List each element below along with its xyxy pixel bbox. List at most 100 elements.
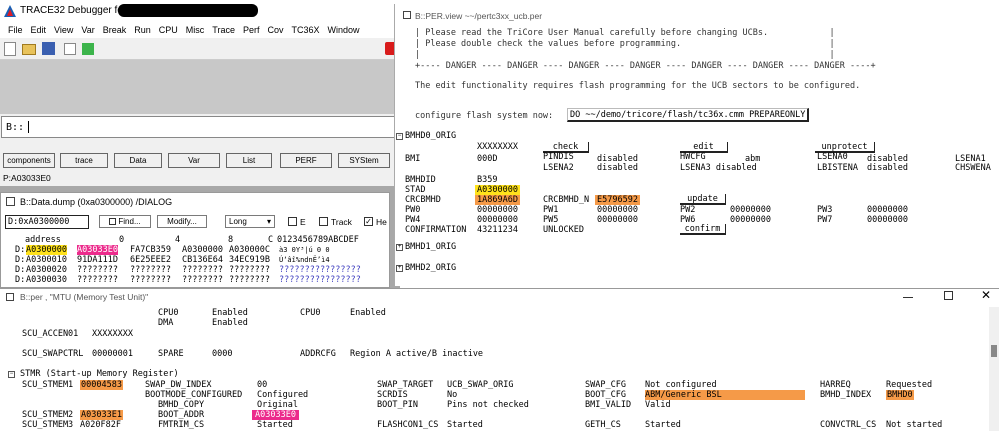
softkey-perf[interactable]: PERF	[280, 153, 332, 168]
unlocked-value[interactable]: UNLOCKED	[543, 225, 584, 235]
convctrl-value[interactable]: Not started	[886, 420, 942, 430]
dump-find-button[interactable]: Find...	[99, 215, 151, 228]
confirm-button[interactable]: confirm	[680, 224, 726, 235]
softkey-var[interactable]: Var	[168, 153, 220, 168]
bmi-value[interactable]: 000D	[477, 154, 497, 164]
cpu0b-value[interactable]: Enabled	[350, 308, 386, 318]
dump-he-checkbox[interactable]: ✓	[364, 217, 373, 226]
bmi-valid-value[interactable]: Valid	[645, 400, 671, 410]
bmhd-copy-value[interactable]: Original	[257, 400, 298, 410]
confirmation-value[interactable]: 43211234	[477, 225, 518, 235]
spare-value[interactable]: 0000	[212, 349, 232, 359]
pw6-value[interactable]: 00000000	[730, 215, 771, 225]
section-bmhd0-header[interactable]: − BMHD0_ORIG	[395, 131, 999, 142]
dump-track-checkbox[interactable]	[319, 217, 328, 226]
accen-value[interactable]: XXXXXXXX	[92, 329, 133, 339]
lsena2-value[interactable]: disabled	[597, 163, 638, 173]
row-value-c[interactable]: ????????	[229, 265, 270, 275]
row-value-0[interactable]: 91DA111D	[77, 255, 118, 265]
table-row[interactable]: D: A0300020 ???????? ???????? ???????? ?…	[1, 265, 389, 275]
mtu-scrollbar[interactable]	[989, 307, 999, 431]
menu-var[interactable]: Var	[77, 22, 98, 38]
softkey-system[interactable]: SYStem	[338, 153, 390, 168]
flashcon-value[interactable]: Started	[447, 420, 483, 430]
toolbar-open-icon[interactable]	[22, 44, 36, 55]
dump-modify-button[interactable]: Modify...	[157, 215, 207, 228]
swapctrl-value[interactable]: 00000001	[92, 349, 133, 359]
softkey-trace[interactable]: trace	[60, 153, 108, 168]
table-row[interactable]: D: A0300000 A03033E0 FA7CB359 A0300000 A…	[1, 245, 389, 255]
maximize-icon[interactable]	[944, 291, 953, 300]
row-value-0[interactable]: A03033E0	[77, 245, 118, 255]
bmhdid-value[interactable]: B359	[477, 175, 497, 185]
row-value-4[interactable]: 6E25EEE2	[130, 255, 171, 265]
menu-tc36x[interactable]: TC36X	[287, 22, 323, 38]
table-row[interactable]: D: A0300010 91DA111D 6E25EEE2 CB136E64 3…	[1, 255, 389, 265]
pw7-value[interactable]: 00000000	[867, 215, 908, 225]
harreq-value[interactable]: Requested	[886, 380, 932, 390]
dump-address-input[interactable]: D:0xA0300000	[5, 215, 89, 229]
menu-cpu[interactable]: CPU	[155, 22, 182, 38]
pw1-value[interactable]: 00000000	[597, 205, 638, 215]
swap-cfg-value[interactable]: Not configured	[645, 380, 717, 390]
geth-value[interactable]: Started	[645, 420, 681, 430]
boot-cfg-value[interactable]: ABM/Generic BSL	[645, 390, 805, 400]
row-value-c[interactable]: 34EC919B	[229, 255, 270, 265]
toolbar-go-icon[interactable]	[82, 43, 94, 55]
lsena3-label[interactable]: LSENA3 disabled	[680, 163, 757, 173]
scrdis-value[interactable]: No	[447, 390, 457, 400]
crcbmhd-value[interactable]: 1A869A6D	[475, 195, 520, 205]
bootmode-value[interactable]: Configured	[257, 390, 308, 400]
row-value-c[interactable]: ????????	[229, 275, 270, 285]
row-value-c[interactable]: A030000C	[229, 245, 270, 255]
crcbmhd-n-value[interactable]: E5796592	[595, 195, 640, 205]
menu-view[interactable]: View	[50, 22, 77, 38]
command-line[interactable]: B::	[1, 116, 396, 138]
menu-break[interactable]: Break	[99, 22, 131, 38]
dump-width-select[interactable]: Long ▾	[225, 215, 275, 228]
menu-edit[interactable]: Edit	[27, 22, 51, 38]
toolbar-new-icon[interactable]	[4, 42, 16, 56]
config-command-button[interactable]: DO ~~/demo/tricore/flash/tc36x.cmm PREPA…	[567, 108, 810, 122]
section-bmhd1-header[interactable]: + BMHD1_ORIG	[395, 242, 999, 253]
stmem2-value[interactable]: A03033E1	[80, 410, 123, 420]
stmem1-value[interactable]: 00004583	[80, 380, 123, 390]
menu-cov[interactable]: Cov	[263, 22, 287, 38]
menu-run[interactable]: Run	[130, 22, 155, 38]
menu-file[interactable]: File	[4, 22, 27, 38]
addrcfg-value[interactable]: Region A active/B inactive	[350, 349, 483, 359]
menu-perf[interactable]: Perf	[239, 22, 264, 38]
row-value-4[interactable]: ????????	[130, 275, 171, 285]
dma-value[interactable]: Enabled	[212, 318, 248, 328]
softkey-data[interactable]: Data	[114, 153, 162, 168]
table-row[interactable]: D: A0300030 ???????? ???????? ???????? ?…	[1, 275, 389, 285]
row-value-4[interactable]: FA7CB359	[130, 245, 171, 255]
minimize-icon[interactable]	[903, 297, 913, 298]
row-value-8[interactable]: ????????	[182, 275, 223, 285]
lbistena-value[interactable]: disabled	[867, 163, 908, 173]
pw0-value[interactable]: 00000000	[477, 205, 518, 215]
cpu0a-value[interactable]: Enabled	[212, 308, 248, 318]
pw5-value[interactable]: 00000000	[597, 215, 638, 225]
toolbar-step-icon[interactable]	[64, 43, 76, 55]
section-bmhd2-header[interactable]: + BMHD2_ORIG	[395, 263, 999, 274]
row-value-4[interactable]: ????????	[130, 265, 171, 275]
menu-trace[interactable]: Trace	[208, 22, 239, 38]
dump-e-checkbox[interactable]	[288, 217, 297, 226]
bmhd-index-value[interactable]: BMHD0	[886, 390, 914, 400]
swap-target-value[interactable]: UCB_SWAP_ORIG	[447, 380, 514, 390]
boot-pin-value[interactable]: Pins not checked	[447, 400, 529, 410]
boot-addr-value[interactable]: A03033E0	[252, 410, 299, 420]
pw3-value[interactable]: 00000000	[867, 205, 908, 215]
row-value-8[interactable]: ????????	[182, 265, 223, 275]
section-stmr-header[interactable]: − STMR (Start-up Memory Register)	[0, 369, 985, 380]
row-value-0[interactable]: ????????	[77, 275, 118, 285]
stmem3-value[interactable]: A020F82F	[80, 420, 121, 430]
pw2-value[interactable]: 00000000	[730, 205, 771, 215]
update-button[interactable]: update	[680, 194, 726, 205]
close-icon[interactable]: ✕	[981, 288, 991, 302]
softkey-components[interactable]: components	[3, 153, 55, 168]
swap-dw-value[interactable]: 00	[257, 380, 267, 390]
row-value-8[interactable]: A0300000	[182, 245, 223, 255]
pw4-value[interactable]: 00000000	[477, 215, 518, 225]
